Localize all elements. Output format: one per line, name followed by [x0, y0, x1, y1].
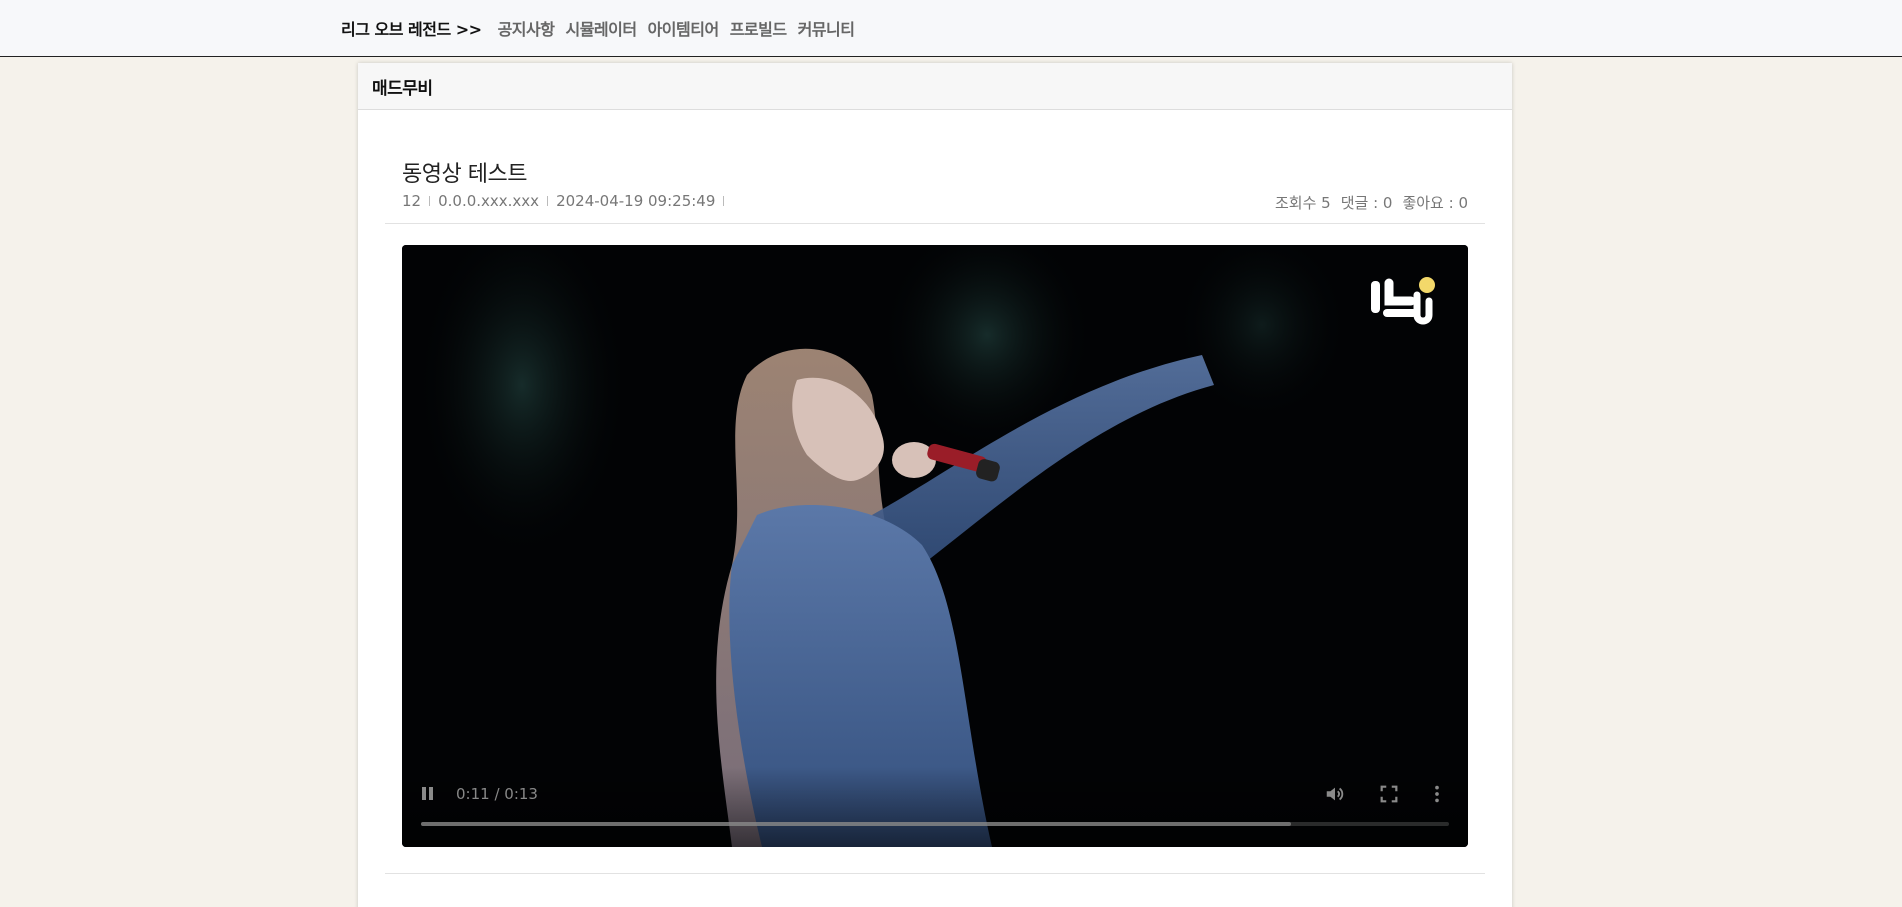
divider	[385, 873, 1485, 874]
video-player[interactable]: 0:11 / 0:13	[402, 245, 1468, 847]
pause-button[interactable]	[420, 785, 436, 803]
fullscreen-button[interactable]	[1378, 783, 1400, 805]
video-frame[interactable]	[402, 245, 1468, 847]
comment-count: 댓글 : 0	[1340, 194, 1393, 212]
post-number: 12	[402, 192, 422, 210]
nav-link-community[interactable]: 커뮤니티	[798, 16, 855, 40]
fullscreen-icon	[1380, 785, 1398, 803]
board-title: 매드무비	[358, 63, 1512, 110]
video-controls-overlay	[402, 767, 1468, 847]
nav-link-notice[interactable]: 공지사항	[498, 16, 555, 40]
divider	[385, 223, 1485, 224]
more-options-button[interactable]	[1432, 783, 1442, 805]
post-datetime: 2024-04-19 09:25:49	[556, 192, 716, 210]
video-time: 0:11 / 0:13	[456, 785, 538, 803]
nav-link-probuild[interactable]: 프로빌드	[730, 16, 787, 40]
top-nav: 리그 오브 레전드 >> 공지사항 시뮬레이터 아이템티어 프로빌드 커뮤니티	[0, 0, 1902, 57]
volume-icon	[1326, 787, 1344, 801]
volume-button[interactable]	[1324, 783, 1346, 805]
video-progress-bar[interactable]	[421, 822, 1449, 826]
meta-divider	[429, 196, 431, 206]
more-vertical-icon	[1435, 785, 1439, 803]
nav-link-item-tier[interactable]: 아이템티어	[648, 16, 720, 40]
view-count: 조회수 5	[1275, 194, 1331, 212]
post-meta: 12 0.0.0.xxx.xxx 2024-04-19 09:25:49	[402, 192, 732, 210]
post-stats: 조회수 5 댓글 : 0 좋아요 : 0	[1275, 192, 1468, 213]
like-count: 좋아요 : 0	[1402, 194, 1468, 212]
video-progress-fill	[421, 822, 1291, 826]
nav-link-simulator[interactable]: 시뮬레이터	[565, 16, 637, 40]
post-card: 매드무비 동영상 테스트 12 0.0.0.xxx.xxx 2024-04-19…	[358, 63, 1512, 907]
meta-divider	[547, 196, 549, 206]
post-title: 동영상 테스트	[402, 162, 527, 187]
nav-brand[interactable]: 리그 오브 레전드 >>	[341, 16, 482, 40]
post-author: 0.0.0.xxx.xxx	[438, 192, 540, 210]
meta-divider	[723, 196, 725, 206]
